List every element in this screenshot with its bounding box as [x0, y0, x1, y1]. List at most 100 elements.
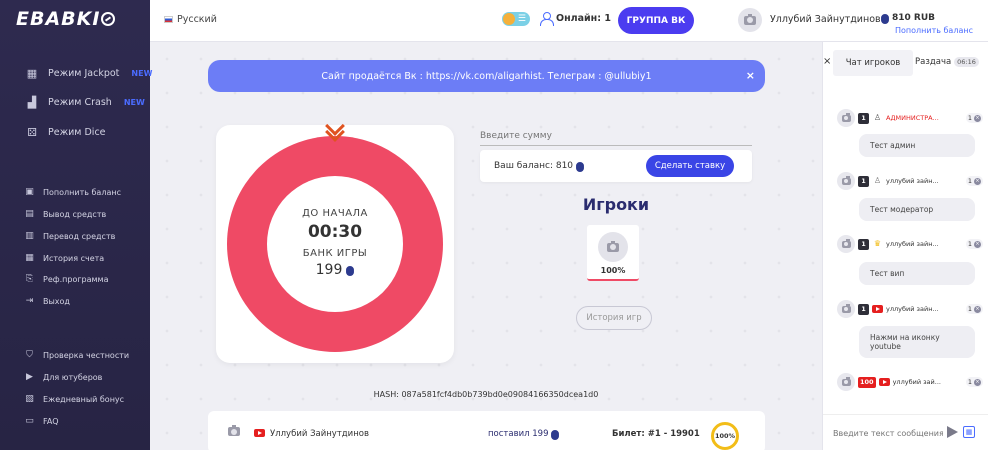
- camera-icon: [841, 175, 851, 185]
- withdraw-icon: ▤: [25, 209, 34, 219]
- chat-input-bar: ▦: [823, 414, 988, 450]
- avatar[interactable]: [837, 109, 855, 127]
- theme-toggle[interactable]: [502, 12, 530, 26]
- avatar[interactable]: [837, 300, 855, 318]
- chat-message-input[interactable]: [833, 425, 943, 441]
- chat-tabs: × Чат игроков Раздача 06:16: [823, 50, 988, 76]
- close-icon[interactable]: ×: [823, 56, 833, 67]
- wheel-center: ДО НАЧАЛА 00:30 БАНК ИГРЫ 199: [267, 176, 403, 312]
- chat-user-name[interactable]: уллубий зай...: [893, 378, 963, 386]
- sidebar-item-crash[interactable]: ▟ Режим Crash NEW: [24, 96, 145, 109]
- chat-user-name[interactable]: уллубий зайн...: [886, 177, 963, 185]
- user-icon: [540, 12, 554, 26]
- logo[interactable]: EBABKI: [16, 8, 116, 30]
- coin-icon: [576, 162, 585, 170]
- sidebar-item-daily-bonus[interactable]: ▧ Ежедневный бонус: [24, 394, 124, 405]
- sidebar-item-dice[interactable]: ⚄ Режим Dice: [24, 126, 106, 139]
- language-label: Русский: [177, 14, 217, 25]
- bet-row: Уллубий Зайнутдинов поставил 199 Билет: …: [208, 411, 765, 450]
- sidebar-item-topup[interactable]: ▣ Пополнить баланс: [24, 187, 121, 198]
- transfer-icon: ▥: [25, 231, 34, 241]
- camera-icon: [841, 376, 851, 386]
- sidebar-item-history[interactable]: ▦ История счета: [24, 253, 104, 264]
- message-counter[interactable]: 1 ×: [965, 239, 983, 249]
- camera-icon: [841, 303, 851, 313]
- chat-message-header: 1 ♙ АДМИНИСТРА... 1 ×: [837, 109, 983, 127]
- chat-panel: × Чат игроков Раздача 06:16 1 ♙ АДМИНИСТ…: [822, 42, 988, 450]
- your-balance-label: Ваш баланс: 810: [494, 161, 574, 171]
- avatar[interactable]: [837, 373, 855, 391]
- avatar[interactable]: [738, 8, 762, 32]
- history-icon: ▦: [25, 253, 34, 263]
- jackpot-wheel-card: ДО НАЧАЛА 00:30 БАНК ИГРЫ 199: [216, 116, 454, 363]
- tab-giveaway[interactable]: Раздача 06:16: [915, 57, 979, 67]
- russia-flag-icon: [164, 16, 173, 23]
- dice-icon: ⚄: [27, 126, 37, 139]
- language-select[interactable]: Русский: [164, 14, 217, 25]
- close-icon: ×: [974, 177, 981, 185]
- user-name[interactable]: Уллубий Зайнутдинов: [770, 14, 881, 25]
- make-bet-button[interactable]: Сделать ставку: [646, 155, 734, 177]
- tab-players-chat[interactable]: Чат игроков: [833, 50, 913, 76]
- sidebar-item-jackpot[interactable]: ▦ Режим Jackpot NEW: [24, 67, 153, 80]
- sidebar-item-label: Режим Jackpot: [48, 68, 120, 79]
- referral-icon: ⎘: [25, 274, 34, 284]
- message-counter[interactable]: 1 ×: [965, 113, 983, 123]
- sidebar-item-label: Выход: [43, 297, 70, 306]
- coin-icon: [551, 430, 560, 438]
- level-badge: 1: [858, 112, 869, 124]
- jackpot-wheel: ДО НАЧАЛА 00:30 БАНК ИГРЫ 199: [227, 136, 443, 352]
- sidebar-item-label: История счета: [43, 254, 105, 263]
- avatar: [598, 232, 628, 262]
- send-icon[interactable]: [947, 426, 959, 438]
- avatar[interactable]: [837, 172, 855, 190]
- game-history-button[interactable]: История игр: [576, 306, 652, 330]
- chat-user-name[interactable]: уллубий зайн...: [886, 240, 963, 248]
- sidebar-item-label: Проверка честности: [43, 351, 130, 360]
- chat-message-text: Нажми на иконку youtube: [859, 326, 975, 358]
- chat-message-text: Тест модератор: [859, 198, 975, 221]
- sidebar-item-faq[interactable]: ▭ FAQ: [24, 416, 59, 427]
- player-card[interactable]: 100%: [587, 225, 639, 281]
- topup-link[interactable]: Пополнить баланс: [895, 26, 973, 35]
- sidebar-item-transfer[interactable]: ▥ Перевод средств: [24, 231, 115, 242]
- message-counter[interactable]: 1 ×: [965, 176, 983, 186]
- coin-icon: [881, 14, 889, 22]
- wheel-pointer-icon: [325, 116, 345, 142]
- sidebar-item-withdraw[interactable]: ▤ Вывод средств: [24, 209, 106, 220]
- message-counter[interactable]: 1 ×: [965, 304, 983, 314]
- chat-user-name[interactable]: АДМИНИСТРА...: [886, 114, 963, 122]
- sticker-icon[interactable]: ▦: [963, 426, 975, 438]
- faq-icon: ▭: [25, 416, 34, 426]
- new-badge: NEW: [123, 98, 145, 107]
- level-badge: 1: [858, 238, 869, 250]
- chat-message-text: Тест админ: [859, 134, 975, 157]
- counter-value: 1: [967, 177, 972, 185]
- online-label: Онлайн: 1: [556, 13, 611, 24]
- sidebar-item-logout[interactable]: ⇥ Выход: [24, 296, 70, 307]
- close-icon: ×: [974, 114, 981, 122]
- counter-value: 1: [967, 114, 972, 122]
- avatar[interactable]: [837, 235, 855, 253]
- message-counter[interactable]: 1 ×: [965, 377, 983, 387]
- bet-panel: Ваш баланс: 810 Сделать ставку: [480, 150, 752, 182]
- chat-user-name[interactable]: уллубий зайн...: [886, 305, 963, 313]
- sidebar-item-referral[interactable]: ⎘ Реф.программа: [24, 274, 109, 285]
- sidebar-item-label: Режим Dice: [48, 127, 106, 138]
- chat-message-header: 1 ♛ уллубий зайн... 1 ×: [837, 235, 983, 253]
- sidebar-item-youtubers[interactable]: ▶ Для ютуберов: [24, 372, 102, 383]
- sidebar-item-label: Для ютуберов: [43, 373, 103, 382]
- level-badge: 1: [858, 175, 869, 187]
- camera-icon: [841, 238, 851, 248]
- bet-ticket: Билет: #1 - 19901: [612, 429, 700, 439]
- vk-group-button[interactable]: ГРУППА ВК: [618, 7, 694, 34]
- sidebar-item-label: Реф.программа: [43, 275, 109, 284]
- coin-icon: [346, 266, 355, 274]
- tab-giveaway-label: Раздача: [915, 57, 952, 67]
- sidebar-item-label: FAQ: [43, 417, 59, 426]
- bet-amount-input[interactable]: [480, 126, 752, 146]
- close-icon[interactable]: ×: [746, 69, 755, 82]
- bet-amount-text: поставил 199: [488, 429, 549, 439]
- header: Русский Онлайн: 1 ГРУППА ВК Уллубий Зайн…: [150, 0, 988, 42]
- sidebar-item-fairness[interactable]: ⛉ Проверка честности: [24, 350, 129, 361]
